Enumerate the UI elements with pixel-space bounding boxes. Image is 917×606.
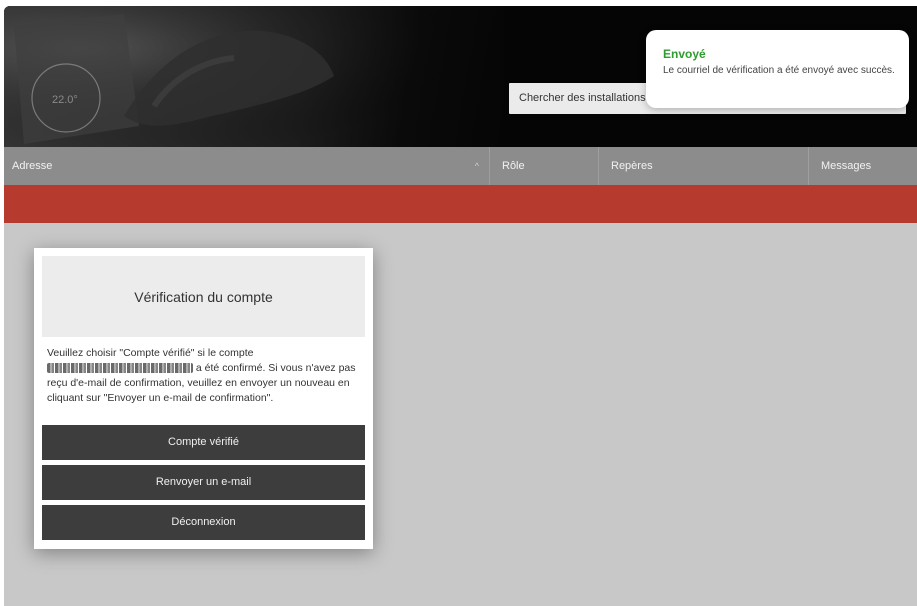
account-verification-dialog: Vérification du compte Veuillez choisir … bbox=[34, 248, 373, 549]
search-label: Chercher des installations bbox=[519, 92, 646, 104]
column-header-reperes[interactable]: Repères bbox=[599, 147, 809, 185]
resend-email-button[interactable]: Renvoyer un e-mail bbox=[42, 465, 365, 500]
column-header-messages[interactable]: Messages bbox=[809, 147, 917, 185]
dialog-title: Vérification du compte bbox=[134, 289, 273, 305]
message-text-start: Veuillez choisir "Compte vérifié" si le … bbox=[47, 347, 254, 359]
dialog-header: Vérification du compte bbox=[42, 256, 365, 337]
logout-button[interactable]: Déconnexion bbox=[42, 505, 365, 540]
thermostat-photo: 22.0° bbox=[4, 6, 504, 147]
hero-image: 22.0° bbox=[4, 6, 504, 147]
sort-arrow-icon[interactable]: ^ bbox=[475, 147, 479, 185]
toast-message: Le courriel de vérification a été envoyé… bbox=[663, 65, 895, 76]
toast-title: Envoyé bbox=[663, 47, 706, 61]
success-toast[interactable]: Envoyé Le courriel de vérification a été… bbox=[646, 30, 909, 108]
column-label: Adresse bbox=[12, 160, 53, 172]
alert-bar bbox=[4, 185, 917, 223]
table-header: Adresse ^ Rôle Repères Messages bbox=[4, 147, 917, 185]
redacted-email bbox=[47, 363, 193, 374]
column-label: Repères bbox=[611, 160, 653, 172]
column-label: Rôle bbox=[502, 160, 525, 172]
column-label: Messages bbox=[821, 160, 872, 172]
column-header-role[interactable]: Rôle bbox=[490, 147, 599, 185]
column-header-adresse[interactable]: Adresse ^ bbox=[4, 147, 490, 185]
thermostat-reading: 22.0° bbox=[52, 94, 78, 106]
dialog-message: Veuillez choisir "Compte vérifié" si le … bbox=[47, 346, 363, 406]
account-verified-button[interactable]: Compte vérifié bbox=[42, 425, 365, 460]
